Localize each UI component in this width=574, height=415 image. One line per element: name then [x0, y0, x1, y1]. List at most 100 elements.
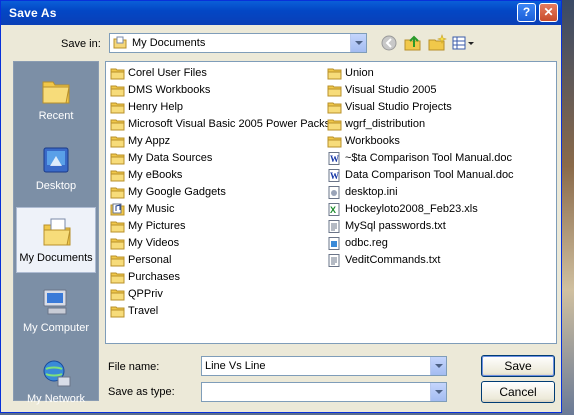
word-icon: W [328, 151, 340, 165]
place-label: Recent [38, 110, 74, 122]
file-name: Purchases [128, 271, 180, 283]
file-name: VeditCommands.txt [345, 254, 441, 266]
list-item[interactable]: Travel [110, 303, 158, 319]
file-name: DMS Workbooks [128, 84, 211, 96]
my-documents-icon [43, 218, 71, 246]
file-name: Henry Help [128, 101, 184, 113]
svg-text:X: X [330, 205, 336, 215]
save-button[interactable]: Save [481, 355, 555, 377]
list-item[interactable]: Henry Help [110, 99, 183, 115]
file-name: My Music [128, 203, 175, 215]
place-my-computer[interactable]: My Computer [16, 278, 96, 344]
save-in-dropdown[interactable]: My Documents [109, 33, 367, 53]
cancel-button[interactable]: Cancel [481, 381, 555, 403]
word-icon: W [328, 168, 340, 182]
list-item[interactable]: X Hockeyloto2008_Feb23.xls [327, 201, 478, 217]
folder-icon [110, 136, 125, 147]
list-item[interactable]: Visual Studio 2005 [327, 82, 437, 98]
file-name: My Google Gadgets [128, 186, 226, 198]
list-item[interactable]: Purchases [110, 269, 180, 285]
file-name: MySql passwords.txt [345, 220, 446, 232]
file-name: Personal [128, 254, 172, 266]
place-label: My Documents [19, 252, 93, 264]
list-item[interactable]: wgrf_distribution [327, 116, 425, 132]
list-item[interactable]: Microsoft Visual Basic 2005 Power Packs [110, 116, 330, 132]
ini-icon [328, 185, 340, 199]
chevron-down-icon[interactable] [430, 383, 446, 401]
recent-icon [42, 81, 70, 104]
close-button[interactable]: ✕ [539, 3, 558, 22]
folder-icon [110, 102, 125, 113]
file-name: My Videos [128, 237, 180, 249]
back-icon[interactable] [379, 34, 399, 52]
chevron-down-icon[interactable] [350, 34, 366, 52]
folder-icon [327, 102, 342, 113]
my-network-icon [43, 360, 71, 387]
list-item[interactable]: MySql passwords.txt [327, 218, 446, 234]
folder-icon [110, 119, 125, 130]
folder-icon [110, 153, 125, 164]
title-bar[interactable]: Save As ? ✕ [1, 1, 561, 25]
my-computer-icon [43, 289, 67, 315]
folder-icon [327, 85, 342, 96]
file-name: Microsoft Visual Basic 2005 Power Packs [128, 118, 331, 130]
place-label: My Computer [22, 322, 90, 334]
file-name: QPPriv [128, 288, 163, 300]
list-item[interactable]: VeditCommands.txt [327, 252, 440, 268]
list-item[interactable]: Corel User Files [110, 65, 207, 81]
file-name-field[interactable]: Line Vs Line [201, 356, 447, 376]
folder-icon [110, 238, 125, 249]
list-item[interactable]: My eBooks [110, 167, 182, 183]
list-item[interactable]: My Music [110, 201, 174, 217]
folder-icon [110, 272, 125, 283]
place-my-documents[interactable]: My Documents [16, 207, 96, 273]
list-item[interactable]: Personal [110, 252, 171, 268]
list-item[interactable]: My Appz [110, 133, 170, 149]
help-button[interactable]: ? [517, 3, 536, 22]
file-name-label: File name: [108, 361, 160, 373]
list-item[interactable]: My Videos [110, 235, 179, 251]
place-desktop[interactable]: Desktop [16, 136, 96, 202]
save-in-value: My Documents [132, 37, 206, 49]
list-item[interactable]: W Data Comparison Tool Manual.doc [327, 167, 514, 183]
list-item[interactable]: Union [327, 65, 374, 81]
desktop-icon [43, 147, 69, 173]
list-item[interactable]: DMS Workbooks [110, 82, 210, 98]
file-name: Visual Studio Projects [345, 101, 452, 113]
place-recent[interactable]: Recent [16, 66, 96, 132]
folder-icon [327, 119, 342, 130]
folder-icon [110, 289, 125, 300]
file-name: My Pictures [128, 220, 186, 232]
svg-text:W: W [330, 154, 339, 164]
list-item[interactable]: My Google Gadgets [110, 184, 226, 200]
file-name: My Data Sources [128, 152, 213, 164]
place-label: My Network [26, 393, 86, 405]
up-folder-icon[interactable] [403, 34, 423, 52]
reg-icon [328, 236, 340, 250]
places-bar: Recent Desktop My Documents My Computer … [13, 61, 99, 405]
text-icon [328, 219, 340, 233]
list-item[interactable]: Visual Studio Projects [327, 99, 452, 115]
list-item[interactable]: W ~$ta Comparison Tool Manual.doc [327, 150, 512, 166]
file-name: My Appz [128, 135, 171, 147]
save-as-type-label: Save as type: [108, 386, 175, 398]
folder-icon [327, 68, 342, 79]
chevron-down-icon[interactable] [430, 357, 446, 375]
file-name: wgrf_distribution [345, 118, 426, 130]
save-as-type-dropdown[interactable] [201, 382, 447, 402]
place-my-network[interactable]: My Network [16, 349, 96, 415]
views-menu-icon[interactable] [451, 34, 475, 52]
list-item[interactable]: QPPriv [110, 286, 163, 302]
list-item[interactable]: odbc.reg [327, 235, 388, 251]
file-name: Workbooks [345, 135, 400, 147]
excel-icon: X [328, 202, 340, 216]
new-folder-icon[interactable] [427, 34, 447, 52]
file-name: Union [345, 67, 374, 79]
my-documents-small-icon [113, 36, 127, 49]
list-item[interactable]: My Data Sources [110, 150, 212, 166]
list-item[interactable]: desktop.ini [327, 184, 398, 200]
folder-icon [110, 255, 125, 266]
list-item[interactable]: Workbooks [327, 133, 400, 149]
list-item[interactable]: My Pictures [110, 218, 185, 234]
file-list[interactable]: Corel User Files DMS Workbooks Henry Help M… [105, 61, 557, 344]
